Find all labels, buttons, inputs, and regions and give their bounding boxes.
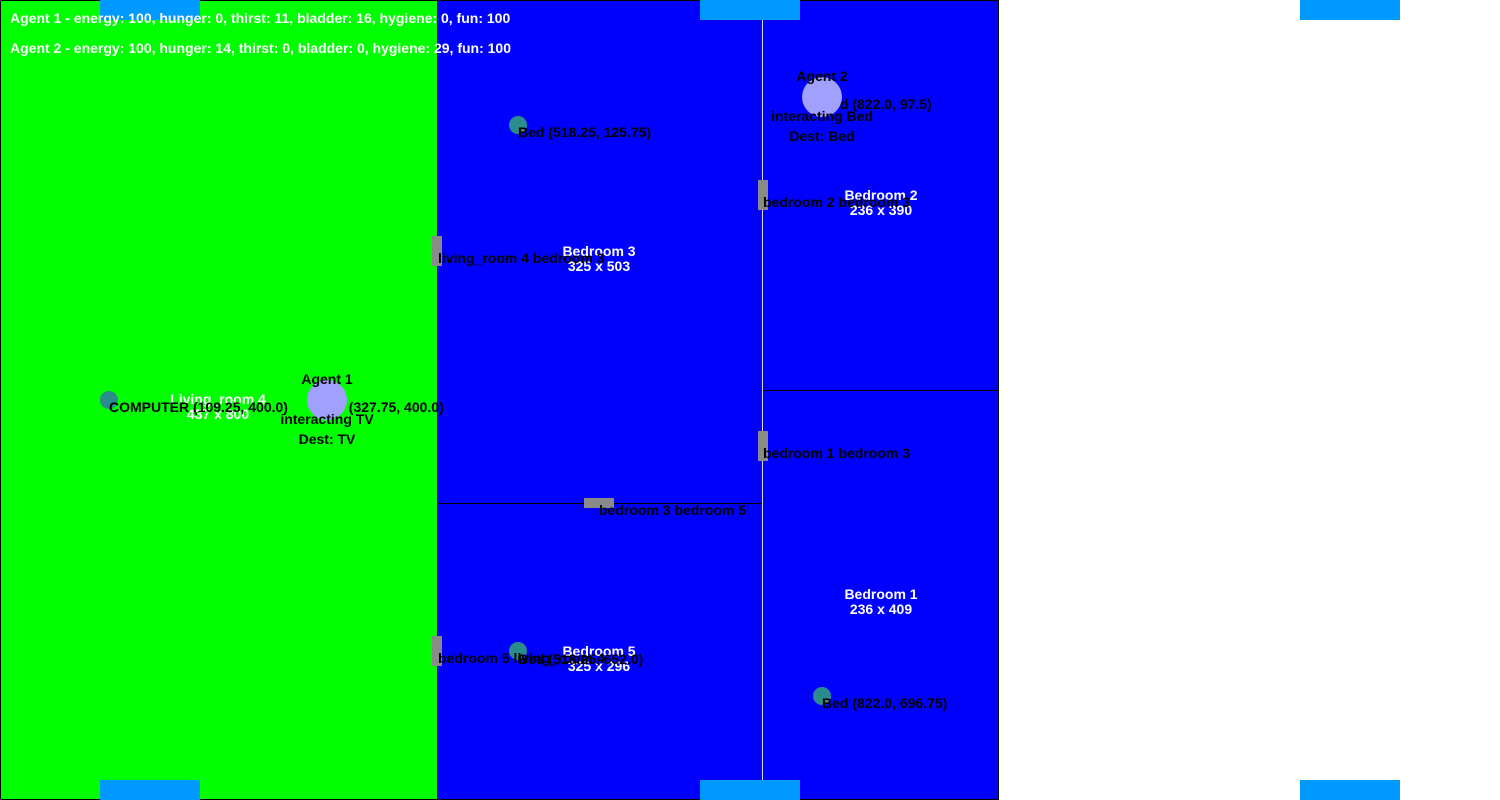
room-size: 236 x 409 xyxy=(849,601,913,617)
furniture-label: Bed (518.25, 652.0) xyxy=(518,651,644,667)
spawn-marker xyxy=(1300,0,1400,20)
agent-1-action: interacting TV xyxy=(280,411,374,427)
spawn-marker xyxy=(700,0,800,20)
door-label: bedroom 3 bedroom 5 xyxy=(599,502,747,518)
agent-1-name: Agent 1 xyxy=(301,371,353,387)
spawn-marker xyxy=(100,780,200,800)
spawn-marker xyxy=(1300,780,1400,800)
agent-1-status: Agent 1 - energy: 100, hunger: 0, thirst… xyxy=(10,10,511,26)
furniture-label: Bed (518.25, 125.75) xyxy=(518,124,652,140)
spawn-marker xyxy=(700,780,800,800)
agent-2-name: Agent 2 xyxy=(796,68,848,84)
door-label: bedroom 1 bedroom 3 xyxy=(763,445,911,461)
agent-2-status: Agent 2 - energy: 100, hunger: 14, thirs… xyxy=(10,40,512,56)
room-name: Bedroom 1 xyxy=(844,586,918,602)
agent-1-destination: Dest: TV xyxy=(298,431,356,447)
agent-2-action: interacting Bed xyxy=(771,108,873,124)
agent-2-destination: Dest: Bed xyxy=(789,128,855,144)
furniture-label: Bed (822.0, 696.75) xyxy=(822,695,948,711)
door-label: bedroom 2 bedroom 3 xyxy=(763,194,911,210)
door-label: living_room 4 bedroom 3 xyxy=(438,250,605,266)
room-label-bedroom-1: Bedroom 1 236 x 409 xyxy=(821,587,941,617)
